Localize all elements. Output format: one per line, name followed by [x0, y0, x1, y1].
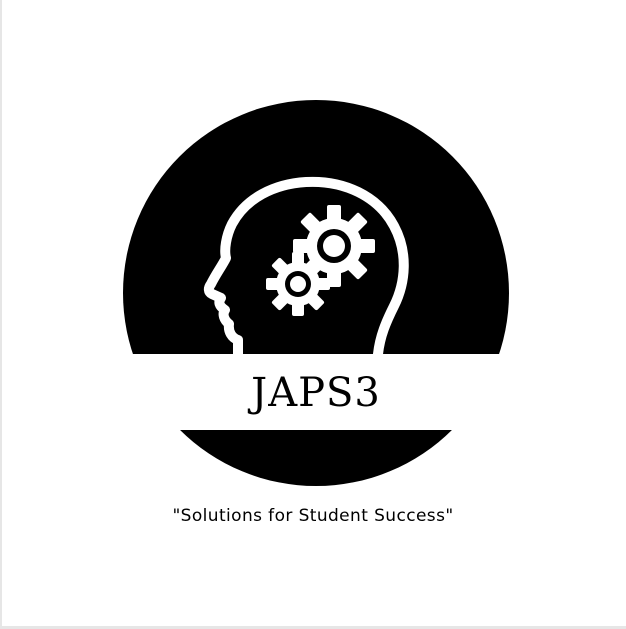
tagline: "Solutions for Student Success"	[172, 506, 454, 526]
gear-small-icon	[266, 252, 330, 316]
brand-name: JAPS3	[251, 370, 381, 416]
logo-emblem	[110, 100, 522, 486]
logo-canvas: JAPS3 "Solutions for Student Success"	[0, 0, 626, 629]
